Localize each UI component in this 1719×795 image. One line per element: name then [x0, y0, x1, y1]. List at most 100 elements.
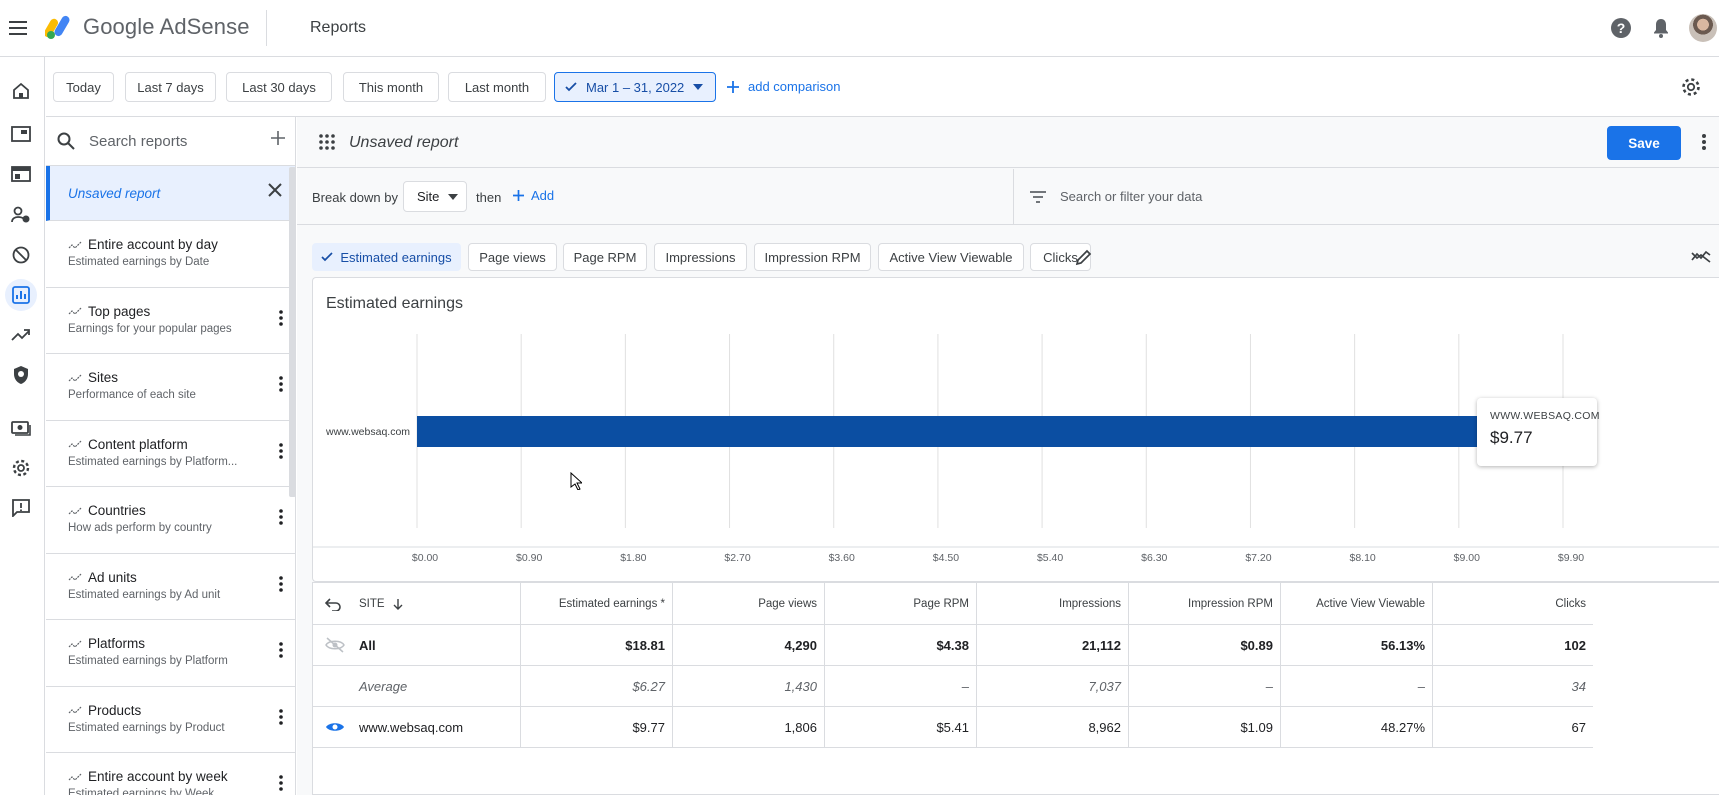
search-reports-input[interactable]: Search reports	[89, 133, 187, 150]
table-cell: $9.77	[521, 707, 673, 748]
sidebar-scrollbar[interactable]	[289, 167, 296, 497]
apps-grid-icon[interactable]	[319, 134, 335, 150]
optimization-icon[interactable]	[5, 319, 37, 351]
this-month-chip[interactable]: This month	[343, 72, 439, 102]
metric-chip[interactable]: Impression RPM	[754, 243, 871, 271]
report-subtitle: Estimated earnings by Product	[68, 721, 225, 734]
policy-center-icon[interactable]	[5, 359, 37, 391]
reports-icon[interactable]	[5, 279, 37, 311]
privacy-messaging-icon[interactable]	[5, 199, 37, 231]
table-cell: $1.09	[1129, 707, 1281, 748]
report-more-icon[interactable]	[279, 376, 283, 392]
settings-icon[interactable]	[5, 452, 37, 484]
last-7-days-chip[interactable]: Last 7 days	[125, 72, 216, 102]
header-divider	[266, 10, 267, 46]
table-cell: 1,430	[673, 666, 825, 707]
report-list-item[interactable]: Entire account by day Estimated earnings …	[46, 221, 295, 288]
last-month-chip[interactable]: Last month	[448, 72, 546, 102]
new-report-plus-icon[interactable]	[269, 129, 287, 147]
feedback-icon[interactable]	[5, 492, 37, 524]
main-menu-icon[interactable]	[6, 16, 30, 40]
x-tick-label: $9.90	[1558, 552, 1584, 564]
table-cell: 67	[1433, 707, 1593, 748]
help-icon[interactable]: ?	[1609, 16, 1633, 40]
today-chip[interactable]: Today	[53, 72, 114, 102]
report-list-item[interactable]: Sites Performance of each site	[46, 354, 295, 421]
adsense-logo[interactable]: Google AdSense	[45, 14, 250, 40]
notifications-icon[interactable]	[1649, 16, 1673, 40]
report-settings-gear-icon[interactable]	[1680, 76, 1702, 98]
bar-www-websaq-com[interactable]	[417, 416, 1548, 447]
report-search[interactable]: Search reports	[46, 117, 295, 166]
column-header[interactable]: Impression RPM	[1129, 583, 1281, 625]
report-title: Sites	[88, 370, 119, 385]
breakdown-dropdown[interactable]: Site	[403, 181, 467, 212]
column-header[interactable]: Impressions	[977, 583, 1129, 625]
report-more-icon[interactable]	[279, 509, 283, 525]
report-more-icon[interactable]	[279, 708, 283, 725]
data-filter-input[interactable]: Search or filter your data	[1013, 169, 1719, 224]
hide-series-eye-off-icon[interactable]	[313, 625, 353, 666]
report-list-item[interactable]: Products Estimated earnings by Product	[46, 687, 295, 753]
site-column-header[interactable]: SITE	[313, 583, 521, 625]
report-list-item[interactable]: Countries How ads perform by country	[46, 487, 295, 554]
payments-icon[interactable]	[5, 412, 37, 444]
report-list-item[interactable]: Top pages Earnings for your popular pages	[46, 288, 295, 354]
metric-chip[interactable]: Impressions	[654, 243, 747, 271]
chart-type-trend-icon[interactable]	[1691, 249, 1711, 263]
breakdown-label: Break down by	[312, 190, 398, 205]
trend-icon	[68, 241, 82, 249]
table-cell: $5.41	[825, 707, 977, 748]
table-cell: 56.13%	[1281, 625, 1433, 666]
report-more-icon[interactable]	[279, 309, 283, 326]
edit-metrics-pencil-icon[interactable]	[1075, 248, 1093, 266]
metric-chip[interactable]: Estimated earnings	[312, 243, 461, 271]
column-header[interactable]: Clicks	[1433, 583, 1593, 625]
column-header[interactable]: Page RPM	[825, 583, 977, 625]
metric-chip[interactable]: Page views	[468, 243, 557, 271]
date-range-picker[interactable]: Mar 1 – 31, 2022	[554, 72, 716, 102]
report-list-item[interactable]: Ad units Estimated earnings by Ad unit	[46, 554, 295, 620]
date-range-label: Mar 1 – 31, 2022	[586, 79, 685, 95]
last-30-days-chip[interactable]: Last 30 days	[226, 72, 332, 102]
report-table: SITE Estimated earnings * Page views Page R…	[312, 582, 1719, 795]
table-cell: 4,290	[673, 625, 825, 666]
report-name[interactable]: Unsaved report	[349, 134, 458, 152]
unsaved-report-item[interactable]: Unsaved report	[46, 166, 295, 221]
more-options-icon[interactable]	[1701, 133, 1707, 151]
report-more-icon[interactable]	[279, 775, 283, 791]
report-more-icon[interactable]	[279, 575, 283, 592]
chart-tooltip: WWW.WEBSAQ.COM $9.77	[1477, 398, 1599, 466]
sort-down-icon	[393, 598, 403, 610]
date-filter-bar: Today Last 7 days Last 30 days This mont…	[46, 57, 1719, 117]
report-subtitle: How ads perform by country	[68, 522, 212, 534]
metric-chip[interactable]: Page RPM	[563, 243, 647, 271]
reset-sort-icon[interactable]	[325, 597, 341, 611]
report-more-icon[interactable]	[279, 642, 283, 658]
save-button[interactable]: Save	[1607, 126, 1681, 160]
column-header[interactable]: Page views	[673, 583, 825, 625]
report-list-item[interactable]: Platforms Estimated earnings by Platform	[46, 620, 295, 687]
column-header[interactable]: Active View Viewable	[1281, 583, 1433, 625]
sites-icon[interactable]	[5, 118, 37, 150]
filter-placeholder: Search or filter your data	[1060, 189, 1203, 204]
add-comparison-label: add comparison	[748, 79, 841, 94]
home-icon[interactable]	[5, 75, 37, 107]
report-list-item[interactable]: Content platform Estimated earnings by Pl…	[46, 421, 295, 487]
metric-chip[interactable]: Active View Viewable	[878, 243, 1024, 271]
add-breakdown-button[interactable]: Add	[512, 188, 554, 203]
account-avatar[interactable]	[1689, 14, 1717, 42]
report-more-icon[interactable]	[279, 442, 283, 459]
column-header[interactable]: Estimated earnings *	[521, 583, 673, 625]
report-title: Platforms	[88, 636, 146, 651]
breakdown-value: Site	[417, 189, 440, 204]
report-list-item[interactable]: Entire account by week Estimated earnings…	[46, 753, 295, 795]
show-series-eye-icon[interactable]	[313, 707, 353, 748]
add-comparison-button[interactable]: add comparison	[726, 79, 841, 94]
blocking-controls-icon[interactable]	[5, 239, 37, 271]
ads-icon[interactable]	[5, 158, 37, 190]
close-icon[interactable]	[267, 182, 283, 198]
check-icon	[321, 252, 333, 262]
report-title: Products	[88, 702, 142, 718]
top-app-bar: Google AdSense Reports ?	[0, 0, 1719, 57]
